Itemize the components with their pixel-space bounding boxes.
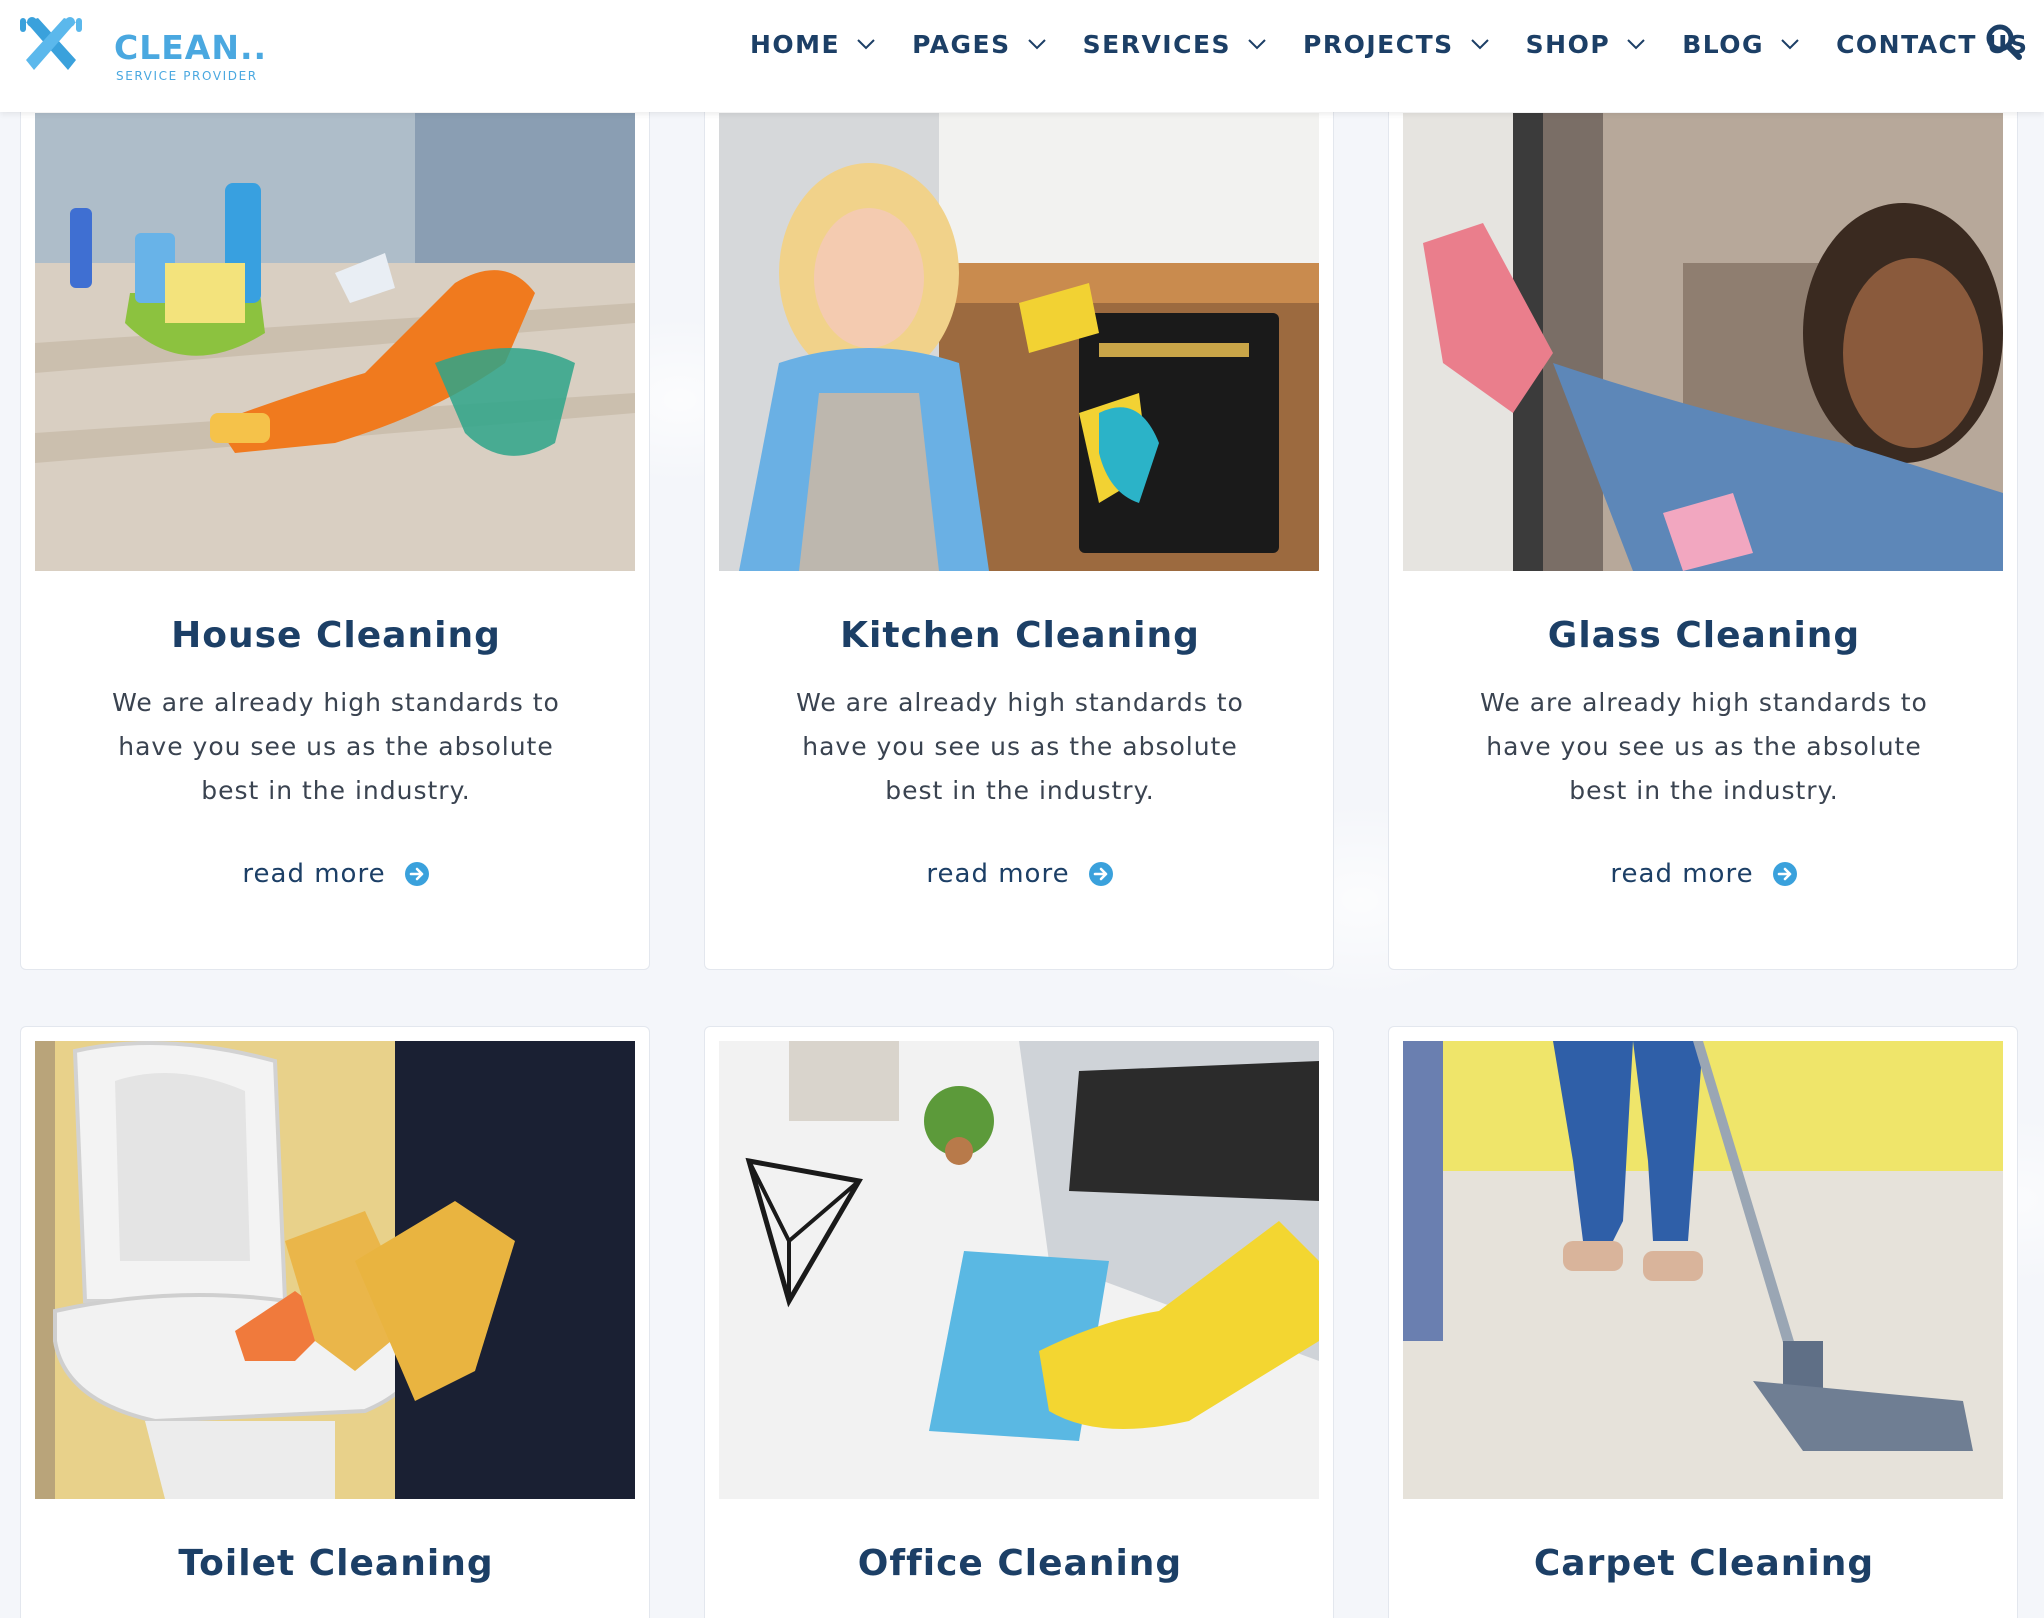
service-title: House Cleaning: [171, 615, 501, 656]
brand-subtitle: SERVICE PROVIDER: [116, 69, 258, 83]
read-more-label: read more: [1610, 859, 1754, 889]
carpet-cleaning-photo: [1403, 1041, 2003, 1499]
service-description: We are already high standards to have yo…: [796, 688, 1244, 805]
glass-cleaning-photo: [1403, 113, 2003, 571]
nav-item-label: SERVICES: [1082, 29, 1232, 59]
nav-item-label: PAGES: [912, 29, 1011, 59]
arrow-right-circle-icon: [1772, 862, 1797, 886]
nav-item-label: BLOG: [1682, 29, 1765, 59]
read-more-label: read more: [242, 859, 386, 889]
service-title: Carpet Cleaning: [1533, 1543, 1875, 1584]
nav-item-shop[interactable]: SHOP: [1526, 30, 1683, 59]
nav-item-blog[interactable]: BLOG: [1682, 30, 1836, 59]
read-more-link[interactable]: read more: [21, 859, 649, 889]
crossed-gloves-logo-icon: [20, 17, 82, 70]
services-grid: House Cleaning We are already high stand…: [0, 0, 2044, 1618]
nav-item-home[interactable]: HOME: [750, 30, 912, 59]
service-title: Toilet Cleaning: [178, 1543, 494, 1584]
nav-item-label: SHOP: [1525, 29, 1611, 59]
service-description: We are already high standards to have yo…: [1480, 688, 1928, 805]
house-cleaning-photo: [35, 113, 635, 571]
chevron-down-icon: [1781, 39, 1799, 50]
toilet-cleaning-photo: [35, 1041, 635, 1499]
arrow-right-circle-icon: [404, 862, 429, 886]
service-title: Office Cleaning: [857, 1543, 1183, 1584]
service-title: Glass Cleaning: [1547, 615, 1861, 656]
service-description: We are already high standards to have yo…: [112, 688, 560, 805]
service-card-carpet-cleaning: Carpet Cleaning: [1388, 1026, 2018, 1618]
service-card-glass-cleaning: Glass Cleaning We are already high stand…: [1388, 98, 2018, 970]
chevron-down-icon: [1627, 39, 1645, 50]
kitchen-cleaning-photo: [719, 113, 1319, 571]
read-more-link[interactable]: read more: [705, 859, 1333, 889]
read-more-link[interactable]: read more: [1389, 859, 2017, 889]
service-title: Kitchen Cleaning: [840, 615, 1200, 656]
nav-item-label: PROJECTS: [1303, 29, 1454, 59]
site-header: CLEAN.. SERVICE PROVIDER HOME PAGES SERV…: [0, 0, 2044, 112]
service-card-office-cleaning: Office Cleaning: [704, 1026, 1334, 1618]
nav-item-label: HOME: [750, 29, 841, 59]
chevron-down-icon: [1248, 39, 1266, 50]
chevron-down-icon: [1470, 39, 1489, 50]
search-icon[interactable]: [1984, 22, 2024, 62]
service-card-toilet-cleaning: Toilet Cleaning: [20, 1026, 650, 1618]
arrow-right-circle-icon: [1088, 862, 1113, 886]
nav-item-services[interactable]: SERVICES: [1083, 30, 1303, 59]
chevron-down-icon: [857, 39, 875, 50]
service-card-house-cleaning: House Cleaning We are already high stand…: [20, 98, 650, 970]
read-more-label: read more: [926, 859, 1070, 889]
chevron-down-icon: [1027, 39, 1046, 50]
nav-item-projects[interactable]: PROJECTS: [1303, 30, 1526, 59]
brand-logo[interactable]: CLEAN.. SERVICE PROVIDER: [18, 12, 266, 83]
main-navigation: HOME PAGES SERVICES PROJECTS SHOP BLOG C…: [750, 0, 2028, 88]
brand-title: CLEAN..: [114, 28, 268, 67]
service-card-kitchen-cleaning: Kitchen Cleaning We are already high sta…: [704, 98, 1334, 970]
office-cleaning-photo: [719, 1041, 1319, 1499]
nav-item-pages[interactable]: PAGES: [912, 30, 1082, 59]
